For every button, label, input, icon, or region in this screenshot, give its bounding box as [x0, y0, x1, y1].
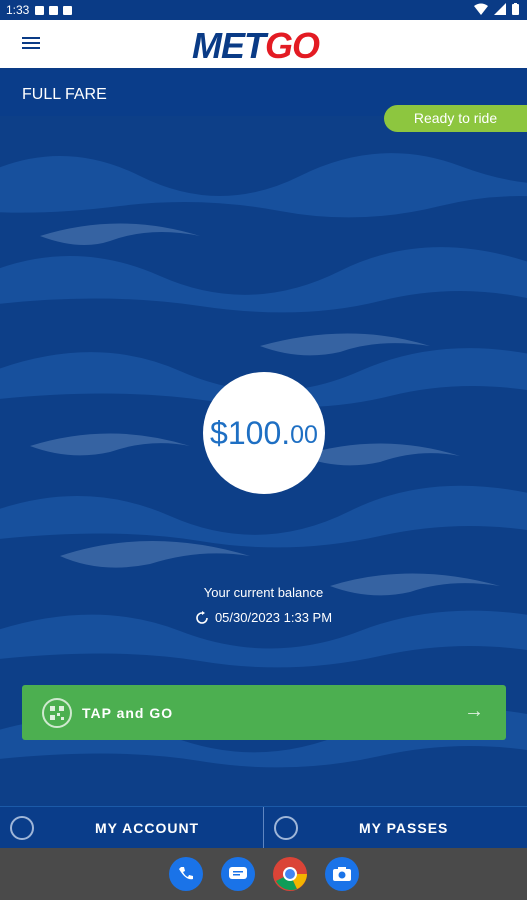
passes-icon [274, 816, 298, 840]
fare-title: FULL FARE [22, 86, 107, 103]
tap-and-go-label: TAP and GO [82, 704, 174, 721]
my-account-tab[interactable]: MY ACCOUNT [0, 807, 263, 849]
my-passes-tab[interactable]: MY PASSES [264, 807, 527, 849]
camera-icon[interactable] [324, 857, 359, 891]
qr-code-icon [42, 697, 72, 728]
app-bar: METGO [0, 20, 527, 70]
ready-badge: Ready to ride [384, 105, 527, 132]
metgo-logo: METGO [192, 25, 320, 66]
refresh-icon[interactable] [195, 610, 209, 625]
my-account-label: MY ACCOUNT [95, 820, 200, 836]
tap-and-go-button[interactable]: TAP and GO → [22, 685, 506, 740]
status-time: 1:33 [6, 3, 30, 17]
arrow-right-icon: → [464, 700, 484, 722]
storage-icon [63, 5, 73, 15]
system-dock [0, 848, 527, 900]
chrome-icon[interactable] [272, 857, 307, 891]
balance-cents: 00 [290, 421, 318, 449]
balance-label: Your current balance [203, 585, 324, 600]
notification-icon [35, 5, 45, 15]
battery-icon [512, 3, 519, 15]
account-icon [10, 816, 34, 840]
balance-dollars: $100. [210, 414, 291, 451]
balance-circle: $100. 00 [203, 372, 325, 494]
messages-icon[interactable] [220, 857, 255, 891]
signal-icon [494, 3, 506, 15]
phone-icon[interactable] [168, 857, 203, 891]
status-bar: 1:33 [0, 0, 527, 20]
sim-icon [49, 5, 59, 15]
bottom-nav: MY ACCOUNT MY PASSES [0, 806, 527, 849]
my-passes-label: MY PASSES [359, 820, 449, 836]
balance-timestamp: 05/30/2023 1:33 PM [214, 610, 333, 625]
menu-icon[interactable] [22, 37, 40, 51]
balance-timestamp-row: 05/30/2023 1:33 PM [0, 610, 527, 625]
wifi-icon [474, 3, 488, 15]
